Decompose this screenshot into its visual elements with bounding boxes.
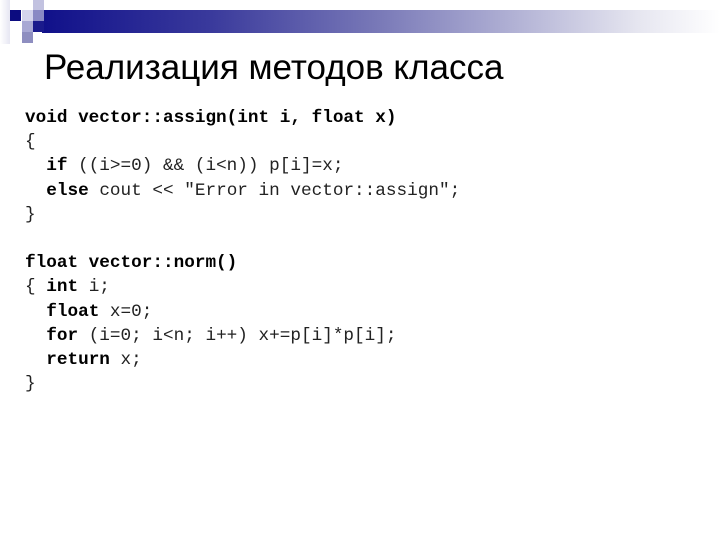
code-line: void vector::assign(int i, float x) (25, 106, 460, 130)
code-text: } (25, 204, 36, 225)
code-keyword: else (46, 180, 89, 201)
code-line: return x; (25, 348, 460, 372)
decorative-square (33, 10, 44, 21)
code-text: x=0; (99, 301, 153, 322)
code-keyword: if (46, 156, 68, 177)
code-line: { int i; (25, 275, 460, 299)
decorative-square (22, 10, 33, 21)
code-line: { (25, 130, 460, 154)
decorative-square (0, 0, 10, 44)
code-line: } (25, 372, 460, 396)
code-keyword: return (46, 349, 110, 370)
code-line: for (i=0; i<n; i++) x+=p[i]*p[i]; (25, 324, 460, 348)
code-text: x; (109, 349, 142, 370)
code-line: } (25, 203, 460, 227)
code-line: float vector::norm() (25, 251, 460, 275)
code-line: else cout << "Error in vector::assign"; (25, 179, 460, 203)
decorative-square (22, 21, 33, 32)
header-gradient-bar (42, 10, 720, 33)
code-text: { (25, 132, 36, 153)
code-line: float x=0; (25, 300, 460, 324)
code-text: } (25, 374, 36, 395)
code-keyword: float (46, 301, 100, 322)
code-text: i; (78, 277, 110, 298)
code-text: { (25, 277, 47, 298)
code-keyword: int (46, 277, 79, 298)
code-text: (i=0; i<n; i++) x+=p[i]*p[i]; (78, 325, 397, 346)
code-text: cout << "Error in vector::assign"; (88, 180, 461, 201)
code-line: if ((i>=0) && (i<n)) p[i]=x; (25, 154, 460, 178)
decorative-square (33, 0, 44, 10)
code-text: ((i>=0) && (i<n)) p[i]=x; (67, 156, 344, 177)
slide-title: Реализация методов класса (44, 48, 504, 87)
code-keyword: for (46, 325, 79, 346)
decorative-square (10, 10, 21, 21)
code-keyword: float vector::norm() (25, 253, 238, 274)
code-keyword: void vector::assign(int i, float x) (25, 108, 397, 128)
decorative-square (33, 21, 44, 32)
code-block: void vector::assign(int i, float x){ if … (25, 106, 460, 396)
decorative-square (22, 32, 33, 43)
